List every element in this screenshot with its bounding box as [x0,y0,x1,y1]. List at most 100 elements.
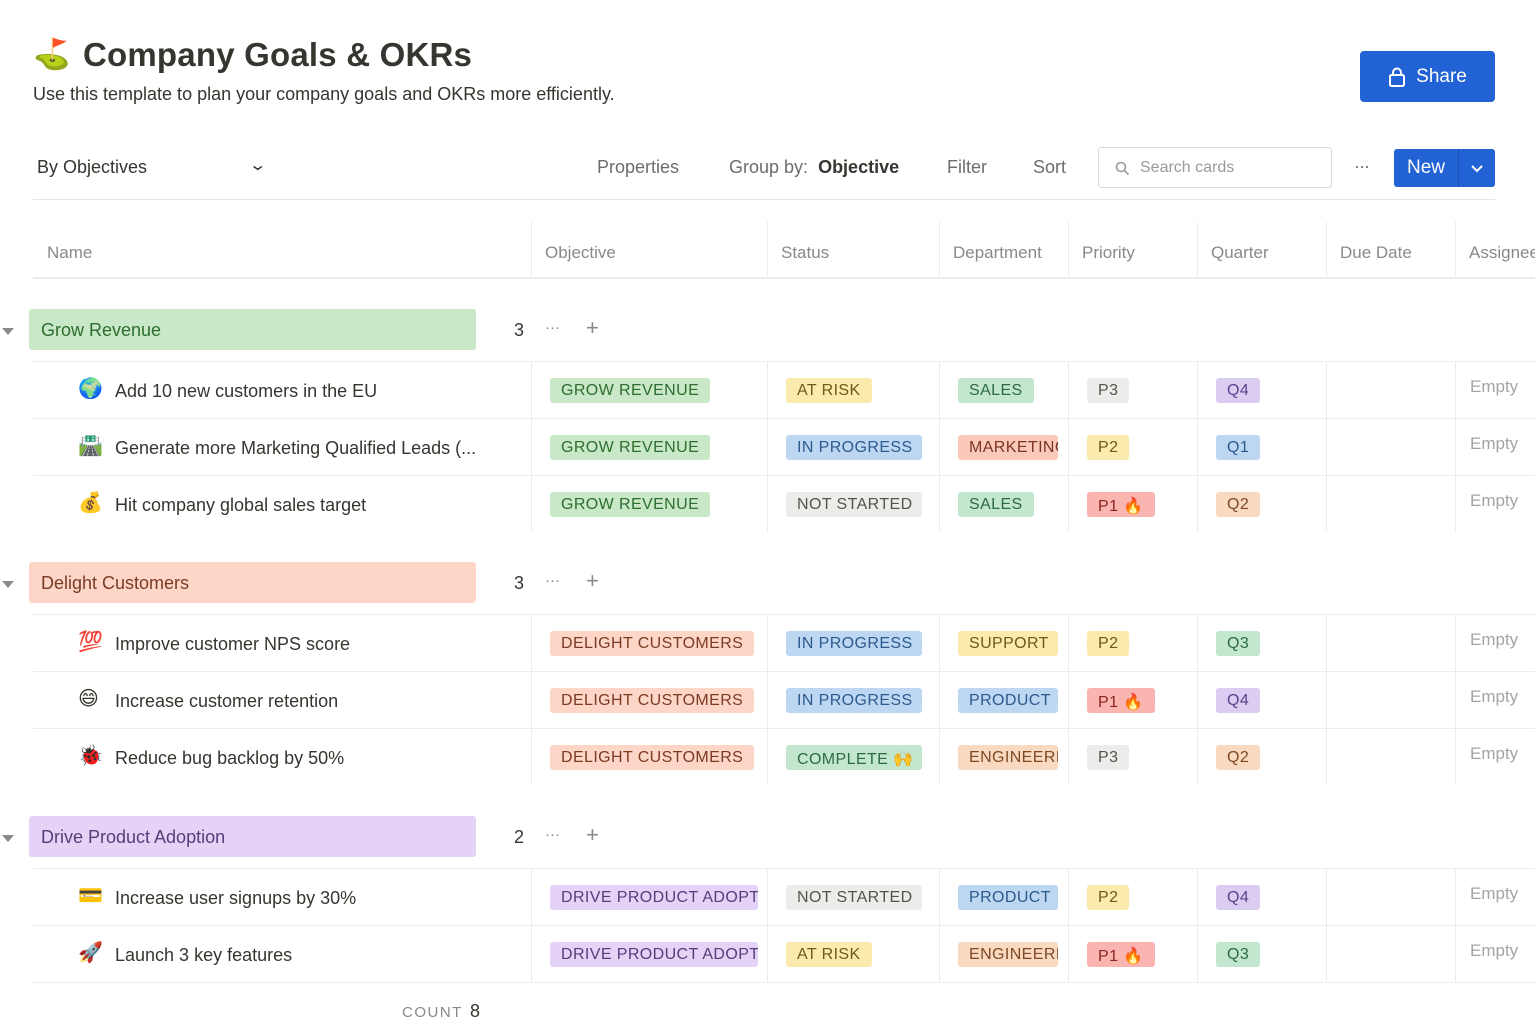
status-tag: NOT STARTED [786,885,922,910]
search-icon [1115,161,1130,176]
sort-button[interactable]: Sort [1033,157,1066,178]
page-subtitle: Use this template to plan your company g… [33,84,615,104]
row-name[interactable]: Increase user signups by 30% [115,888,356,909]
more-options-icon[interactable]: ··· [545,572,560,589]
assignee-empty[interactable]: Empty [1470,377,1518,397]
share-button[interactable]: Share [1360,51,1495,102]
table-row[interactable]: 💰 Hit company global sales target GROW REV… [33,475,1535,532]
column-header-objective[interactable]: Objective [545,222,616,278]
chevron-down-icon[interactable]: ⌄ [248,155,267,175]
row-emoji-icon: 🐞 [78,745,103,767]
table-row[interactable]: 🐞 Reduce bug backlog by 50% DELIGHT CUSTOM… [33,728,1535,785]
status-tag: AT RISK [786,942,872,967]
table-row[interactable]: 💳 Increase user signups by 30% DRIVE PRODU… [33,868,1535,925]
priority-tag: P3 [1087,378,1130,403]
count-label: COUNT [402,1004,463,1021]
objective-tag: GROW REVENUE [550,435,711,460]
assignee-empty[interactable]: Empty [1470,491,1518,511]
assignee-empty[interactable]: Empty [1470,687,1518,707]
collapse-caret-icon[interactable] [2,328,14,335]
table-row[interactable]: 🚀 Launch 3 key features DRIVE PRODUCT ADOP… [33,925,1535,982]
filter-button[interactable]: Filter [947,157,987,178]
department-tag: PRODUCT [958,688,1058,713]
quarter-tag: Q3 [1216,631,1261,656]
search-placeholder: Search cards [1140,159,1235,176]
new-button[interactable]: New [1394,149,1495,187]
collapse-caret-icon[interactable] [2,581,14,588]
objective-tag: DRIVE PRODUCT ADOPTION [550,942,758,967]
priority-tag: P1 🔥 [1087,492,1155,517]
collapse-caret-icon[interactable] [2,835,14,842]
new-dropdown-icon[interactable] [1459,161,1495,176]
assignee-empty[interactable]: Empty [1470,744,1518,764]
row-name[interactable]: Add 10 new customers in the EU [115,381,377,402]
group-label[interactable]: Delight Customers [29,562,476,603]
quarter-tag: Q3 [1216,942,1261,967]
table-row[interactable]: 😄 Increase customer retention DELIGHT CUST… [33,671,1535,728]
column-header-department[interactable]: Department [953,222,1042,278]
table-row[interactable]: 🌍 Add 10 new customers in the EU GROW REVE… [33,361,1535,418]
department-tag: SALES [958,378,1034,403]
quarter-tag: Q4 [1216,885,1261,910]
add-icon[interactable]: + [586,315,599,341]
row-name[interactable]: Hit company global sales target [115,495,366,516]
column-header-name[interactable]: Name [47,222,92,278]
department-tag: ENGINEERING [958,745,1058,770]
department-tag: ENGINEERING [958,942,1058,967]
group-count: 2 [514,827,525,847]
row-name[interactable]: Generate more Marketing Qualified Leads … [115,438,476,459]
row-name[interactable]: Launch 3 key features [115,945,292,966]
table-row[interactable]: 💯 Improve customer NPS score DELIGHT CUSTO… [33,614,1535,671]
objective-tag: DELIGHT CUSTOMERS [550,688,755,713]
group-header: Drive Product Adoption 2 ··· + [0,816,1535,868]
group-label[interactable]: Grow Revenue [29,309,476,350]
priority-tag: P1 🔥 [1087,942,1155,967]
objective-tag: GROW REVENUE [550,492,711,517]
priority-tag: P2 [1087,885,1130,910]
group-label[interactable]: Drive Product Adoption [29,816,476,857]
column-header-status[interactable]: Status [781,222,829,278]
objective-tag: DELIGHT CUSTOMERS [550,745,755,770]
department-tag: MARKETING [958,435,1058,460]
quarter-tag: Q4 [1216,688,1261,713]
add-icon[interactable]: + [586,568,599,594]
priority-tag: P2 [1087,631,1130,656]
more-options-icon[interactable]: ··· [545,319,560,336]
search-input[interactable]: Search cards [1098,147,1332,188]
column-header-priority[interactable]: Priority [1082,222,1135,278]
view-toolbar: By Objectives ⌄ Properties Group by: Obj… [33,146,1495,190]
row-emoji-icon: 🛣️ [78,435,103,457]
properties-button[interactable]: Properties [597,157,679,178]
row-name[interactable]: Reduce bug backlog by 50% [115,748,344,769]
objective-tag: DELIGHT CUSTOMERS [550,631,755,656]
assignee-empty[interactable]: Empty [1470,434,1518,454]
status-tag: IN PROGRESS [786,435,922,460]
group-by-button[interactable]: Group by: Objective [729,157,899,178]
quarter-tag: Q2 [1216,492,1261,517]
column-header-quarter[interactable]: Quarter [1211,222,1269,278]
group-header: Grow Revenue 3 ··· + [0,309,1535,361]
department-tag: PRODUCT [958,885,1058,910]
table-row[interactable]: 🛣️ Generate more Marketing Qualified Lead… [33,418,1535,475]
group-count: 3 [514,320,525,340]
status-tag: AT RISK [786,378,872,403]
assignee-empty[interactable]: Empty [1470,941,1518,961]
row-name[interactable]: Increase customer retention [115,691,338,712]
more-options-icon[interactable]: ··· [545,826,560,843]
row-name[interactable]: Improve customer NPS score [115,634,350,655]
status-tag: IN PROGRESS [786,631,922,656]
view-selector[interactable]: By Objectives [37,157,147,178]
column-header-assignee[interactable]: Assignee [1469,222,1535,278]
quarter-tag: Q1 [1216,435,1261,460]
more-options-icon[interactable]: ··· [1354,156,1370,177]
add-icon[interactable]: + [586,822,599,848]
department-tag: SUPPORT [958,631,1058,656]
objective-tag: GROW REVENUE [550,378,711,403]
assignee-empty[interactable]: Empty [1470,630,1518,650]
priority-tag: P2 [1087,435,1130,460]
group-by-label: Group by: [729,157,809,177]
row-emoji-icon: 💰 [78,492,103,514]
column-header-due-date[interactable]: Due Date [1340,222,1412,278]
status-tag: IN PROGRESS [786,688,922,713]
assignee-empty[interactable]: Empty [1470,884,1518,904]
